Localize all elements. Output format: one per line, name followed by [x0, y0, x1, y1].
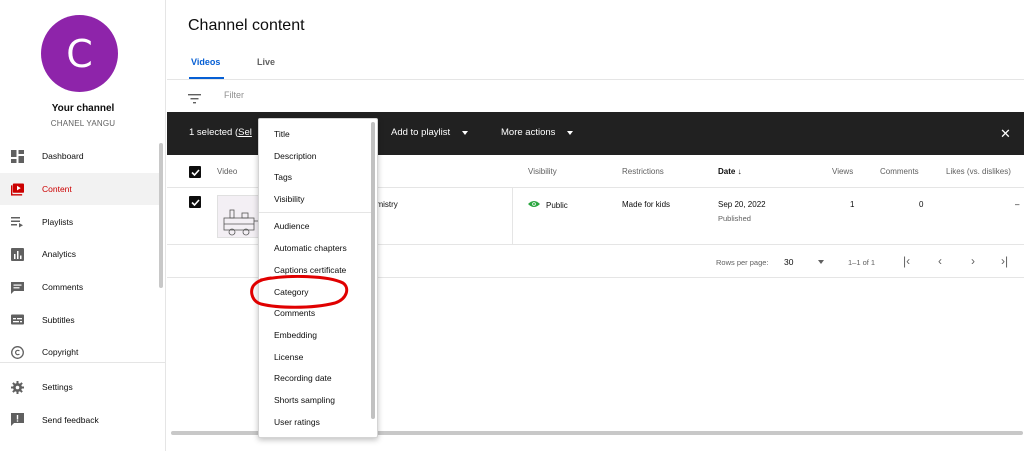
last-page-icon[interactable]: ›|: [1001, 254, 1008, 268]
column-likes[interactable]: Likes (vs. dislikes): [946, 167, 1011, 176]
select-all-checkbox[interactable]: [189, 166, 201, 178]
chevron-down-icon: [567, 130, 574, 135]
column-video[interactable]: Video: [217, 167, 237, 176]
more-actions-button[interactable]: More actions: [501, 127, 574, 138]
column-comments[interactable]: Comments: [880, 167, 919, 176]
menu-item-captions-certificate[interactable]: Captions certificate: [274, 265, 346, 275]
menu-item-embedding[interactable]: Embedding: [274, 330, 317, 340]
video-play-icon: [11, 182, 24, 196]
column-restrictions[interactable]: Restrictions: [622, 167, 664, 176]
channel-name: CHANEL YANGU: [50, 119, 116, 128]
sidebar-item-label: Subtitles: [42, 314, 75, 325]
menu-item-description[interactable]: Description: [274, 151, 317, 161]
page-range: 1–1 of 1: [848, 258, 876, 267]
subtitles-icon: [11, 313, 24, 326]
sidebar: C Your channel CHANEL YANGU Dashboard Co…: [0, 0, 166, 451]
menu-item-audience[interactable]: Audience: [274, 221, 309, 231]
filter-input[interactable]: Filter: [224, 90, 244, 100]
sidebar-item-label: Dashboard: [42, 151, 84, 162]
comments-value: 0: [919, 200, 924, 209]
prev-page-icon[interactable]: ‹: [938, 254, 942, 268]
sidebar-item-settings[interactable]: Settings: [0, 371, 160, 404]
chevron-down-icon: [462, 130, 469, 135]
gear-icon: [11, 380, 24, 394]
row-checkbox[interactable]: [189, 196, 201, 208]
likes-value: –: [1015, 200, 1020, 209]
comment-icon: [11, 281, 24, 294]
visibility-cell[interactable]: Public: [528, 200, 568, 210]
menu-item-tags[interactable]: Tags: [274, 172, 292, 182]
add-to-playlist-label: Add to playlist: [391, 127, 451, 138]
selection-count-text: 1 selected (: [189, 127, 239, 138]
menu-item-visibility[interactable]: Visibility: [274, 194, 305, 204]
sidebar-item-label: Copyright: [42, 347, 79, 358]
category-highlight-annotation: [250, 275, 349, 309]
column-visibility[interactable]: Visibility: [528, 167, 557, 176]
menu-item-automatic-chapters[interactable]: Automatic chapters: [274, 243, 347, 253]
eye-icon: [528, 200, 540, 210]
select-all-link[interactable]: Sel: [238, 127, 252, 138]
sidebar-item-send-feedback[interactable]: Send feedback: [0, 404, 160, 437]
date-value: Sep 20, 2022: [718, 200, 766, 209]
menu-scrollbar[interactable]: [371, 122, 375, 419]
menu-item-recording-date[interactable]: Recording date: [274, 373, 332, 383]
sidebar-item-label: Playlists: [42, 216, 74, 227]
sidebar-item-label: Comments: [42, 282, 84, 293]
page-title: Channel content: [188, 17, 305, 34]
sidebar-item-label: Analytics: [42, 249, 77, 260]
sidebar-item-copyright[interactable]: Copyright: [0, 336, 160, 369]
menu-item-title[interactable]: Title: [274, 129, 290, 139]
add-to-playlist-button[interactable]: Add to playlist: [391, 127, 469, 138]
selection-count: 1 selected (Sel: [189, 127, 252, 138]
sidebar-scrollbar[interactable]: [159, 143, 163, 288]
more-actions-label: More actions: [501, 127, 556, 138]
filter-bar[interactable]: Filter: [167, 80, 1024, 112]
next-page-icon[interactable]: ›: [971, 254, 975, 268]
feedback-icon: [11, 413, 24, 427]
active-tab-indicator: [189, 77, 224, 79]
column-date-label: Date: [718, 167, 736, 176]
sidebar-item-subtitles[interactable]: Subtitles: [0, 303, 160, 336]
menu-divider: [259, 212, 371, 213]
sidebar-item-label: Settings: [42, 382, 73, 393]
views-value: 1: [850, 200, 855, 209]
sidebar-item-label: Content: [42, 184, 72, 195]
restrictions-value: Made for kids: [622, 200, 671, 209]
channel-avatar[interactable]: C: [41, 15, 118, 92]
sidebar-item-playlists[interactable]: Playlists: [0, 205, 160, 238]
video-thumbnail[interactable]: [217, 195, 261, 238]
menu-item-user-ratings[interactable]: User ratings: [274, 417, 320, 427]
close-icon[interactable]: ✕: [1000, 126, 1011, 142]
bar-chart-icon: [11, 247, 24, 261]
sidebar-item-dashboard[interactable]: Dashboard: [0, 140, 160, 173]
sidebar-divider: [0, 362, 166, 363]
visibility-value: Public: [546, 200, 568, 210]
sidebar-nav: Dashboard Content Playlists Analytics Co…: [0, 140, 160, 436]
menu-item-comments[interactable]: Comments: [274, 308, 315, 318]
date-status: Published: [718, 214, 751, 223]
filter-icon[interactable]: [188, 91, 201, 109]
rows-per-page-label: Rows per page:: [716, 258, 769, 267]
dashboard-icon: [11, 149, 24, 163]
menu-item-shorts-sampling[interactable]: Shorts sampling: [274, 395, 335, 405]
rows-per-page-select[interactable]: 30: [784, 257, 793, 267]
first-page-icon[interactable]: |‹: [903, 254, 910, 268]
column-date[interactable]: Date ↓: [718, 167, 742, 176]
avatar-letter: C: [66, 31, 93, 76]
channel-title: Your channel: [51, 103, 115, 114]
copyright-icon: [11, 346, 24, 359]
arrow-down-icon: ↓: [737, 167, 742, 176]
content-tabs: Videos Live: [167, 49, 1024, 80]
column-divider: [512, 188, 513, 245]
chevron-down-icon[interactable]: [818, 260, 824, 264]
playlist-icon: [11, 215, 24, 228]
sidebar-item-content[interactable]: Content: [0, 172, 160, 206]
sidebar-item-analytics[interactable]: Analytics: [0, 238, 160, 271]
tab-videos[interactable]: Videos: [191, 57, 220, 67]
tab-live[interactable]: Live: [257, 57, 275, 67]
sidebar-item-label: Send feedback: [42, 414, 99, 425]
menu-item-license[interactable]: License: [274, 352, 303, 362]
column-views[interactable]: Views: [832, 167, 853, 176]
sidebar-item-comments[interactable]: Comments: [0, 271, 160, 304]
